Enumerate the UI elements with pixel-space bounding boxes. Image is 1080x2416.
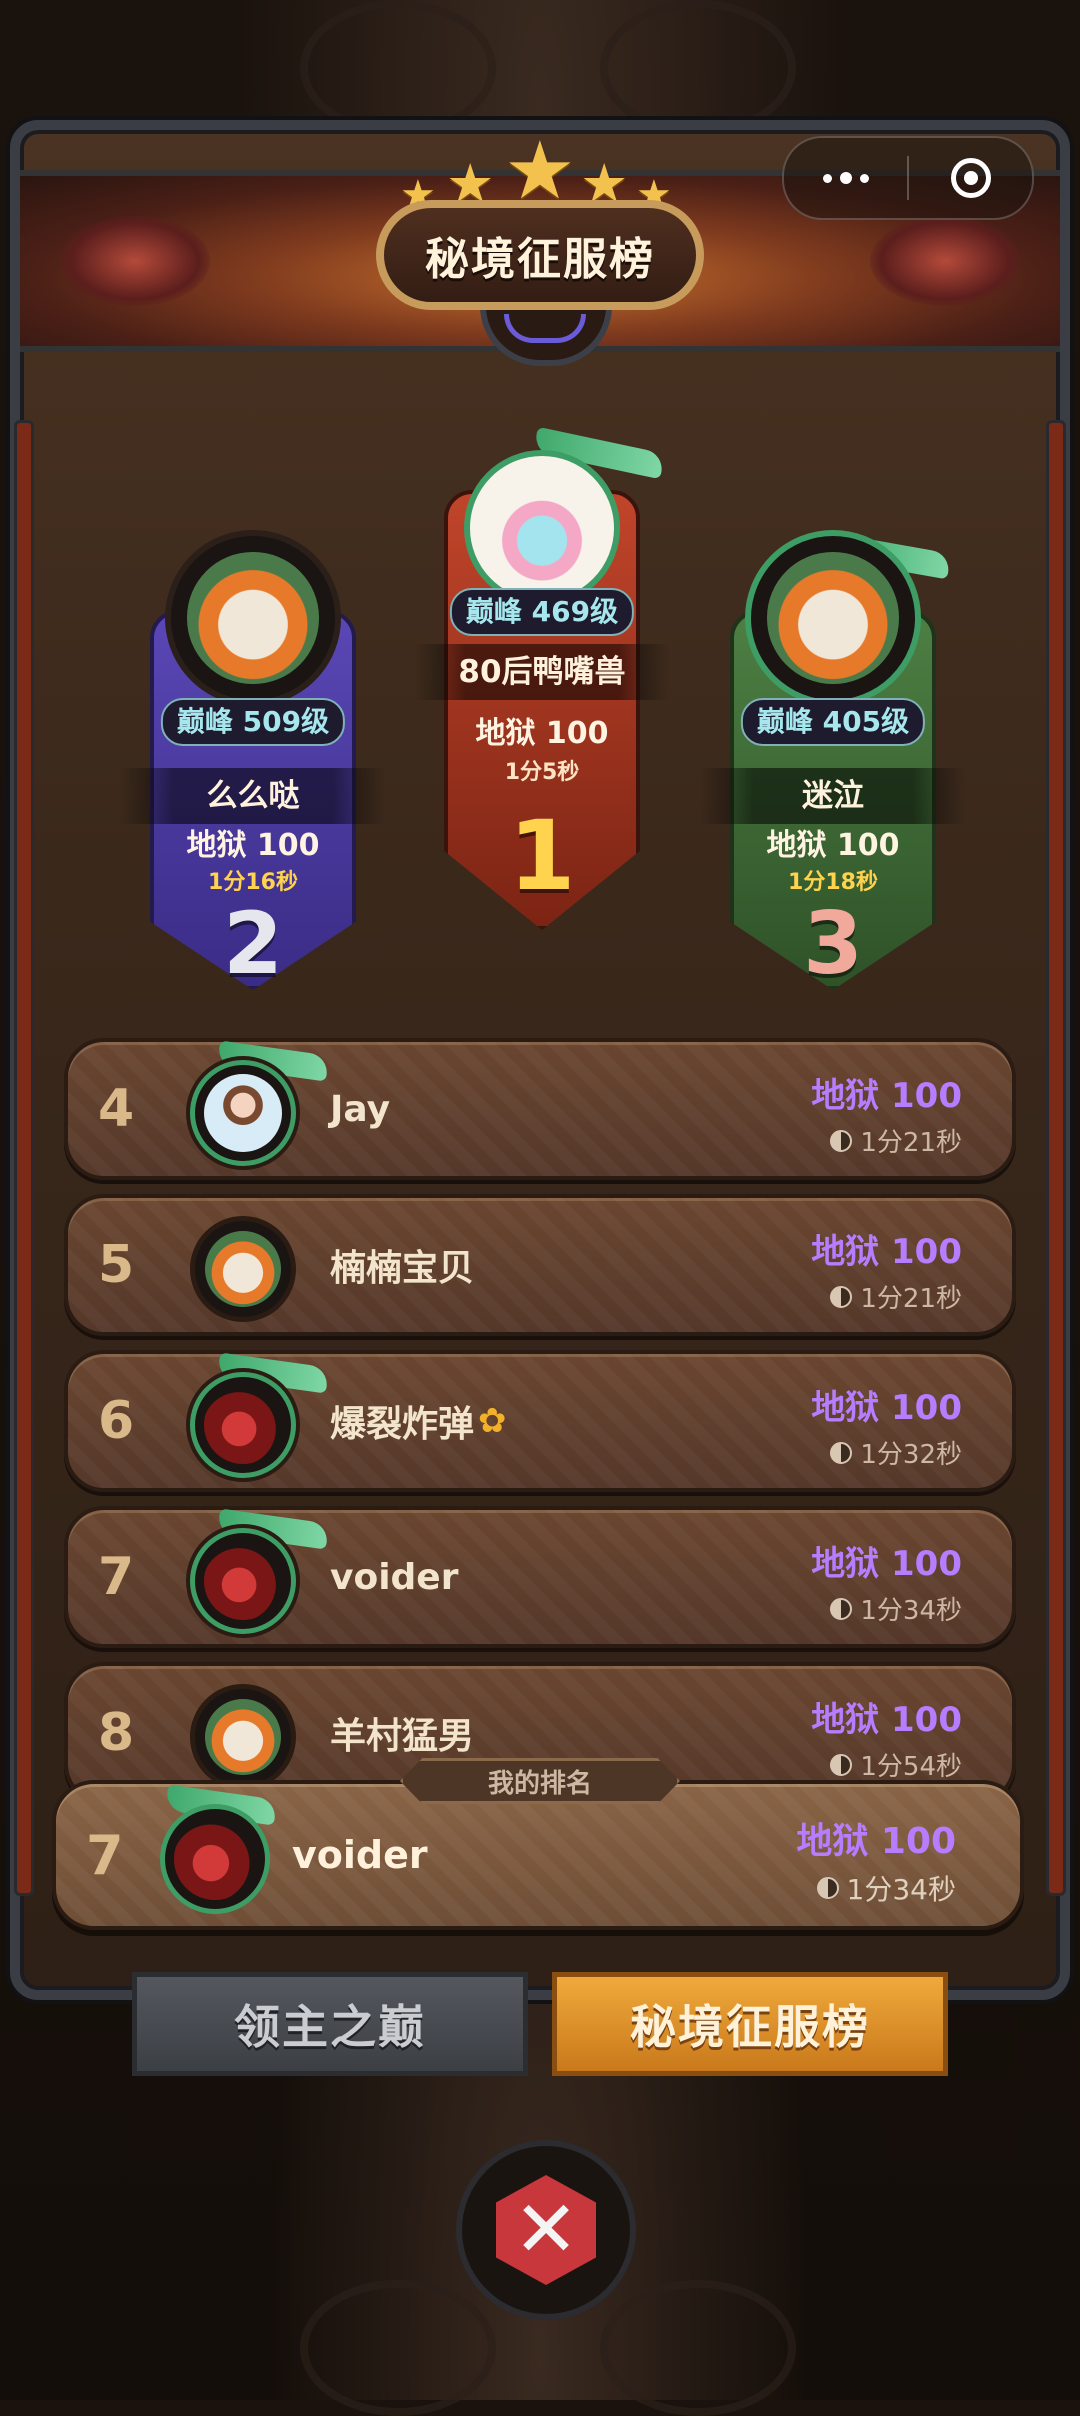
avatar[interactable] [190,1528,296,1634]
flower-emoji-icon: ✿ [478,1401,507,1441]
avatar[interactable] [190,1684,296,1790]
clear-time-group: 1分34秒 [816,1868,956,1908]
difficulty-label: 地狱 100 [811,1388,962,1428]
dragon-avatar-icon [203,1385,283,1465]
difficulty-label: 地狱 100 [811,1232,962,1272]
tab-secret-realm-ranking[interactable]: 秘境征服榜 [552,1972,948,2076]
difficulty-label: 地狱 100 [766,828,900,863]
close-button[interactable] [909,138,1032,218]
clear-time: 1分18秒 [788,870,878,895]
player-name: 爆裂炸弹 [330,1404,475,1445]
clear-time: 1分34秒 [846,1873,956,1906]
difficulty-label: 地狱 100 [811,1544,962,1584]
player-name: 迷泣 [700,768,966,824]
avatar[interactable] [190,1216,296,1322]
dragon-avatar-icon [203,1541,283,1621]
level-badge: 巅峰 405级 [740,698,926,746]
clear-time-group: 1分34秒 [830,1590,962,1627]
level-badge: 巅峰 509级 [160,698,346,746]
clock-icon [830,1597,853,1620]
dragon-avatar-icon [174,1818,256,1900]
difficulty-label: 地狱 100 [811,1076,962,1116]
podium-rank-3[interactable]: 巅峰 405级 迷泣 地狱 100 1分18秒 3 [700,530,966,994]
table-row[interactable]: 4 Jay 地狱 100 1分21秒 [64,1038,1016,1180]
avatar[interactable] [464,450,620,606]
banner-eye-right [870,216,1020,306]
rank-number: 2 [223,894,283,994]
level-badge: 巅峰 469级 [449,588,635,636]
avatar[interactable] [745,530,921,706]
difficulty-label: 地狱 100 [186,828,320,863]
background-swirl [300,2280,496,2416]
fox-avatar-icon [767,552,899,684]
stag-avatar-icon [478,464,606,592]
clear-time: 1分5秒 [504,760,580,785]
rank-number: 5 [98,1235,135,1295]
banner-eye-left [60,216,210,306]
rank-number: 1 [508,800,576,912]
avatar[interactable] [190,1060,296,1166]
difficulty-label: 地狱 100 [796,1821,956,1862]
my-rank-label: 我的排名 [400,1758,680,1804]
more-button[interactable] [784,138,907,218]
frame-rail-left [14,420,34,1896]
more-dots-icon [822,172,869,184]
clear-time: 1分16秒 [208,870,298,895]
fox-avatar-icon [204,1230,282,1308]
clock-icon [830,1285,853,1308]
table-row[interactable]: 6 爆裂炸弹 ✿ 地狱 100 1分32秒 [64,1350,1016,1492]
player-name: voider [292,1833,428,1877]
player-name: voider [330,1556,459,1598]
background-swirl [600,0,796,136]
difficulty-label: 地狱 100 [811,1700,962,1740]
page-title: 秘境征服榜 [376,200,704,310]
clear-time: 1分21秒 [860,1128,962,1158]
clear-time-group: 1分21秒 [830,1278,962,1315]
player-name: 楠楠宝贝 [330,1248,475,1289]
tab-lord-peak[interactable]: 领主之巅 [132,1972,528,2076]
podium-rank-1[interactable]: 巅峰 469级 80后鸭嘴兽 地狱 100 1分5秒 1 [414,410,670,930]
clear-time: 1分21秒 [860,1284,962,1314]
miniprogram-capsule [782,136,1034,220]
player-name: Jay [330,1088,391,1130]
avatar[interactable] [165,530,341,706]
avatar[interactable] [190,1372,296,1478]
difficulty-label: 地狱 100 [475,716,609,751]
background-swirl [600,2280,796,2416]
rank-number: 3 [803,894,863,994]
rank-number: 6 [98,1391,135,1451]
background-swirl [300,0,496,136]
fox-avatar-icon [204,1698,282,1776]
clock-icon [816,1877,839,1899]
clear-time-group: 1分54秒 [830,1746,962,1783]
clear-time: 1分32秒 [860,1440,962,1470]
home-emblem-button[interactable]: ✕ [456,2140,636,2320]
clear-time: 1分54秒 [860,1752,962,1782]
clear-time-group: 1分21秒 [830,1122,962,1159]
podium-rank-2[interactable]: 巅峰 509级 么么哒 地狱 100 1分16秒 2 [120,530,386,994]
rank-number: 7 [98,1547,135,1607]
photo-avatar-icon [203,1073,283,1153]
clock-icon [830,1753,853,1776]
clock-icon [830,1129,853,1152]
fox-avatar-icon [187,552,319,684]
rank-number: 7 [86,1823,124,1887]
player-name-group: 爆裂炸弹 ✿ [330,1354,507,1488]
clock-icon [830,1441,853,1464]
rank-number: 4 [98,1079,135,1139]
frame-rail-right [1046,420,1066,1896]
crossed-swords-icon: ✕ [496,2175,596,2285]
player-name: 么么哒 [120,768,386,824]
player-name: 80后鸭嘴兽 [414,644,670,700]
table-row[interactable]: 7 voider 地狱 100 1分34秒 [64,1506,1016,1648]
clear-time-group: 1分32秒 [830,1434,962,1471]
target-close-icon [950,158,991,198]
avatar[interactable] [160,1804,270,1914]
clear-time: 1分34秒 [860,1596,962,1626]
table-row[interactable]: 5 楠楠宝贝 地狱 100 1分21秒 [64,1194,1016,1336]
